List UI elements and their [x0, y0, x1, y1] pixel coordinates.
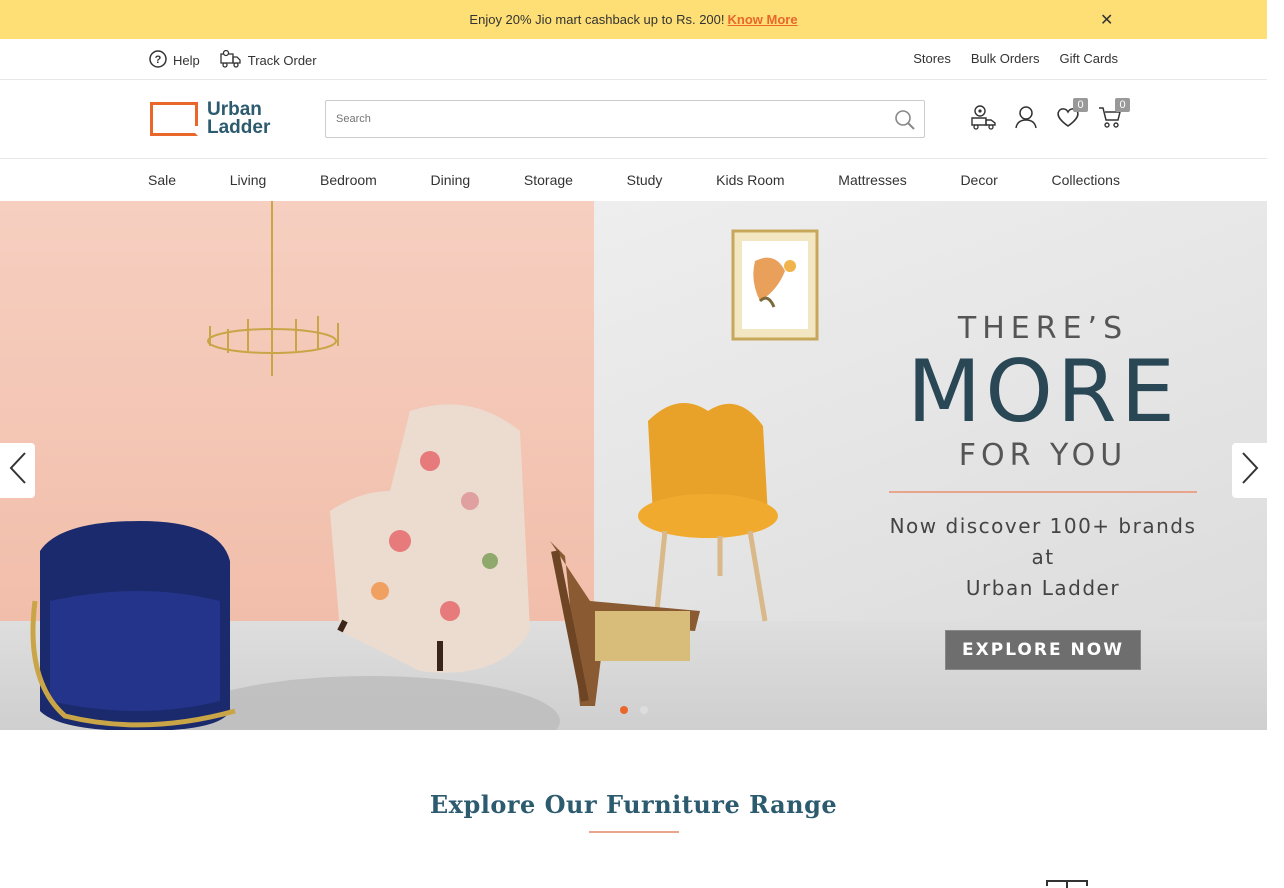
cart-count-badge: 0 [1115, 98, 1130, 112]
help-icon: ? [149, 50, 167, 71]
wishlist-button[interactable]: 0 [1054, 98, 1088, 134]
nav-item-collections[interactable]: Collections [1051, 172, 1119, 188]
utility-bar: ? Help Track Order Stores Bulk Orders Gi… [0, 39, 1267, 80]
gift-cards-link[interactable]: Gift Cards [1059, 51, 1118, 66]
nav-item-storage[interactable]: Storage [524, 172, 573, 188]
wishlist-count-badge: 0 [1073, 98, 1088, 112]
explore-section: Explore Our Furniture Range [0, 730, 1267, 888]
hero-banner[interactable]: THERE’S MORE FOR YOU Now discover 100+ b… [0, 201, 1267, 730]
carousel-dots [620, 706, 648, 714]
bulk-orders-link[interactable]: Bulk Orders [971, 51, 1040, 66]
wooden-cane-chair-image [550, 541, 700, 706]
orange-scallop-chair-image [638, 403, 778, 632]
logo-mark [150, 102, 198, 136]
stores-link[interactable]: Stores [913, 51, 951, 66]
search-box [325, 100, 925, 138]
close-icon[interactable]: ✕ [1100, 10, 1113, 30]
hero-line-3: FOR YOU [958, 438, 1128, 473]
cart-button[interactable]: 0 [1096, 98, 1130, 134]
blue-armchair-image [30, 521, 236, 730]
section-title: Explore Our Furniture Range [429, 790, 838, 819]
help-label: Help [173, 53, 200, 68]
wall-frame-image [731, 229, 819, 341]
track-order-label: Track Order [247, 53, 317, 68]
section-underline [589, 831, 679, 833]
search-icon[interactable] [894, 109, 916, 136]
rug-image [180, 676, 560, 730]
category-icon-partial [1046, 880, 1088, 888]
store-locator-button[interactable] [970, 104, 998, 134]
category-nav: Sale Living Bedroom Dining Storage Study… [148, 159, 1120, 201]
nav-item-dining[interactable]: Dining [431, 172, 471, 188]
logo[interactable]: Urban Ladder [150, 100, 282, 138]
nav-item-living[interactable]: Living [230, 172, 267, 188]
help-link[interactable]: ? Help [149, 50, 200, 71]
chevron-left-icon [9, 451, 27, 490]
logo-line-2: Ladder [207, 117, 271, 138]
promo-bar: Enjoy 20% Jio mart cashback up to Rs. 20… [0, 0, 1267, 39]
hero-discover-2: Urban Ladder [965, 576, 1121, 600]
hero-discover-1: Now discover 100+ brands at [889, 514, 1197, 569]
main-header: Urban Ladder 0 0 [0, 80, 1267, 159]
svg-text:?: ? [155, 54, 162, 66]
carousel-dot-2[interactable] [640, 706, 648, 714]
hero-line-1: THERE’S [957, 311, 1129, 346]
nav-item-mattresses[interactable]: Mattresses [838, 172, 906, 188]
hero-copy: THERE’S MORE FOR YOU Now discover 100+ b… [886, 311, 1200, 670]
account-button[interactable] [1012, 104, 1040, 134]
hero-headline: MORE [907, 342, 1179, 442]
chevron-right-icon [1241, 451, 1259, 490]
nav-item-study[interactable]: Study [627, 172, 663, 188]
track-order-link[interactable]: Track Order [220, 49, 317, 71]
nav-item-sale[interactable]: Sale [148, 172, 176, 188]
nav-item-bedroom[interactable]: Bedroom [320, 172, 377, 188]
search-input[interactable] [326, 101, 866, 137]
truck-location-icon [970, 104, 998, 135]
floral-wingchair-image [330, 404, 530, 673]
hero-divider [889, 491, 1197, 493]
carousel-prev-button[interactable] [0, 443, 35, 498]
know-more-link[interactable]: Know More [728, 12, 798, 27]
chandelier-image [207, 201, 339, 376]
user-icon [1014, 105, 1038, 134]
promo-text: Enjoy 20% Jio mart cashback up to Rs. 20… [469, 12, 725, 27]
carousel-next-button[interactable] [1232, 443, 1267, 498]
nav-item-kids-room[interactable]: Kids Room [716, 172, 784, 188]
carousel-dot-1[interactable] [620, 706, 628, 714]
truck-icon [220, 49, 242, 71]
explore-now-button[interactable]: EXPLORE NOW [945, 630, 1141, 670]
nav-item-decor[interactable]: Decor [960, 172, 997, 188]
